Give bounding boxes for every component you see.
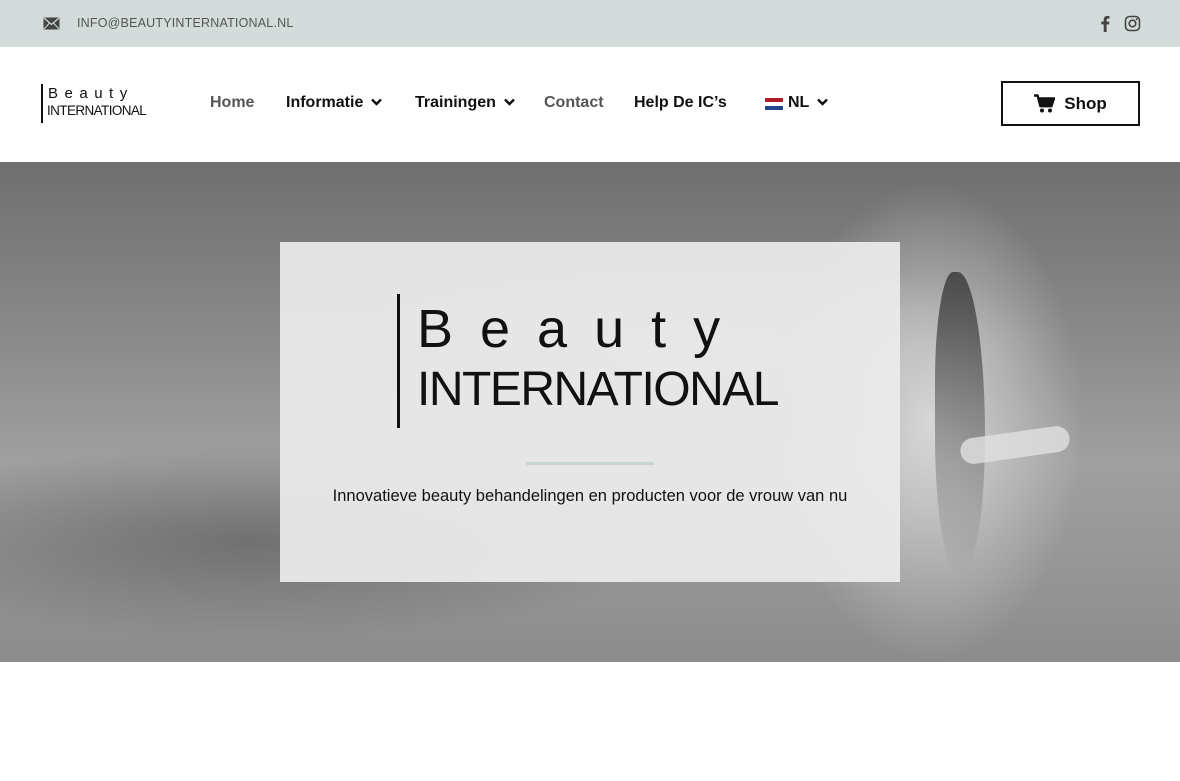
nav-item-label: Informatie xyxy=(286,94,364,111)
hero-tagline: Innovatieve beauty behandelingen en prod… xyxy=(332,487,848,505)
facebook-icon xyxy=(1101,16,1110,32)
hero-logo: Beauty INTERNATIONAL xyxy=(397,294,797,430)
netherlands-flag-icon xyxy=(765,98,783,110)
chevron-down-icon xyxy=(371,98,383,106)
nav-item-informatie[interactable]: Informatie xyxy=(286,94,383,112)
cart-icon xyxy=(1034,94,1056,113)
shop-button-label: Shop xyxy=(1064,93,1107,113)
contact-email-link[interactable]: INFO@BEAUTYINTERNATIONAL.NL xyxy=(77,16,294,30)
instagram-icon xyxy=(1124,15,1141,32)
site-header: Beauty INTERNATIONAL Home Informatie Tra… xyxy=(0,47,1180,162)
nav-item-label: Trainingen xyxy=(415,94,496,111)
nav-item-label: Contact xyxy=(544,94,604,111)
nav-item-label: Home xyxy=(210,94,255,111)
shop-button[interactable]: Shop xyxy=(1001,81,1140,126)
instagram-link[interactable] xyxy=(1124,15,1141,32)
hero-divider xyxy=(526,462,654,465)
hero-banner: Beauty INTERNATIONAL Innovatieve beauty … xyxy=(0,162,1180,662)
hero-logo-word-beauty: Beauty xyxy=(417,299,748,359)
nav-item-contact[interactable]: Contact xyxy=(544,94,604,112)
mail-icon xyxy=(43,17,60,30)
hero-photo-figure xyxy=(935,272,985,572)
site-logo[interactable]: Beauty INTERNATIONAL xyxy=(41,84,156,124)
hero-logo-word-international: INTERNATIONAL xyxy=(417,363,779,416)
hero-logo-bar xyxy=(397,294,400,428)
nav-item-home[interactable]: Home xyxy=(210,94,254,112)
nav-item-label: Help De IC’s xyxy=(634,94,727,111)
chevron-down-icon xyxy=(817,98,829,106)
logo-word-beauty: Beauty xyxy=(48,85,134,102)
language-label: NL xyxy=(788,94,810,111)
logo-word-international: INTERNATIONAL xyxy=(47,103,147,118)
facebook-link[interactable] xyxy=(1097,15,1114,32)
language-switcher[interactable]: NL xyxy=(788,94,829,112)
nav-item-help-de-ics[interactable]: Help De IC’s xyxy=(634,94,727,112)
hero-card: Beauty INTERNATIONAL Innovatieve beauty … xyxy=(280,242,900,582)
top-bar: INFO@BEAUTYINTERNATIONAL.NL xyxy=(0,0,1180,47)
logo-bar xyxy=(41,84,43,123)
nav-item-trainingen[interactable]: Trainingen xyxy=(415,94,515,112)
chevron-down-icon xyxy=(504,98,515,106)
